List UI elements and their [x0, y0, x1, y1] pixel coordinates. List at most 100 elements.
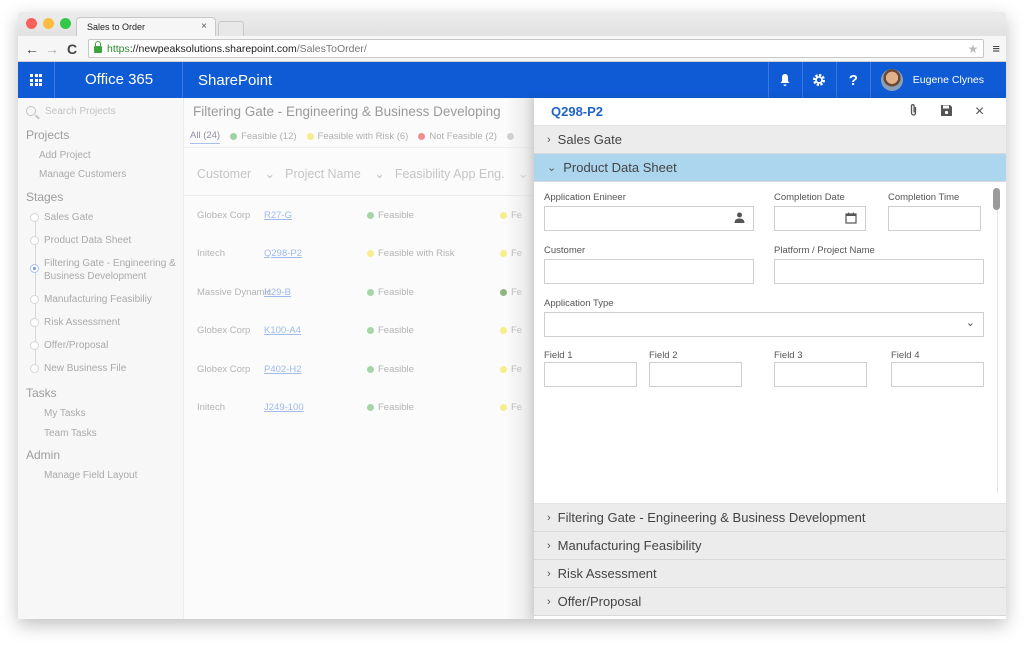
- avatar: [880, 69, 903, 91]
- table-row[interactable]: InitechQ298-P2Feasible with RiskFe: [184, 235, 536, 274]
- stage-filtering-gate[interactable]: Filtering Gate - Engineering & Business …: [26, 254, 183, 290]
- section-manufacturing-feasibility[interactable]: › Manufacturing Feasibility: [534, 532, 1006, 560]
- filter-feasible[interactable]: Feasible (12): [230, 131, 297, 142]
- field2-input[interactable]: [649, 362, 742, 387]
- chevron-down-icon: ⌄: [547, 162, 557, 174]
- search-projects-input[interactable]: Search Projects: [18, 98, 183, 124]
- bookmark-star-icon[interactable]: ★: [968, 42, 979, 56]
- stage-dot-icon: [30, 318, 39, 327]
- status-dot-icon: [418, 133, 426, 140]
- bell-icon[interactable]: [767, 62, 802, 98]
- url-path: /SalesToOrder/: [296, 42, 367, 55]
- browser-menu-icon[interactable]: ≡: [992, 41, 1000, 56]
- lock-icon: [94, 41, 102, 53]
- chevron-right-icon: ›: [547, 595, 551, 608]
- browser-tab[interactable]: Sales to Order ×: [76, 17, 216, 36]
- maximize-window-button[interactable]: [60, 18, 71, 29]
- forward-icon[interactable]: →: [44, 41, 60, 57]
- table-row[interactable]: InitechJ249-100FeasibleFe: [184, 389, 536, 428]
- calendar-icon[interactable]: [845, 212, 857, 227]
- back-icon[interactable]: ←: [24, 41, 40, 57]
- filter-feasible-with-risk[interactable]: Feasible with Risk (6): [306, 131, 408, 142]
- section-risk-assessment[interactable]: › Risk Assessment: [534, 560, 1006, 588]
- sharepoint-link[interactable]: SharePoint: [183, 72, 272, 89]
- browser-toolbar: ← → C https://newpeaksolutions.sharepoin…: [18, 36, 1006, 62]
- table-row[interactable]: Globex CorpR27-GFeasibleFe: [184, 196, 536, 235]
- sidebar-item-add-project[interactable]: Add Project: [18, 146, 183, 165]
- stage-new-business-file[interactable]: New Business File: [26, 359, 183, 382]
- form-scrollbar[interactable]: [992, 188, 1000, 493]
- feasibility-cell: Feasible: [367, 325, 500, 336]
- project-list: Filtering Gate - Engineering & Business …: [184, 98, 536, 619]
- application-type-select[interactable]: ⌄: [544, 312, 984, 337]
- scrollbar-thumb[interactable]: [993, 188, 1000, 210]
- customer-cell: Globex Corp: [197, 363, 251, 375]
- projects-heading: Projects: [26, 128, 70, 142]
- project-link[interactable]: P402-H2: [264, 364, 367, 375]
- completion-date-input[interactable]: [774, 206, 866, 231]
- field3-label: Field 3: [774, 350, 803, 361]
- minimize-window-button[interactable]: [43, 18, 54, 29]
- new-tab-button[interactable]: [218, 21, 244, 36]
- filter-all[interactable]: All (24): [190, 130, 221, 144]
- paperclip-icon[interactable]: [897, 103, 930, 120]
- filter-tabs: All (24) Feasible (12) Feasible with Ris…: [184, 126, 536, 148]
- section-product-data-sheet[interactable]: ⌄ Product Data Sheet: [534, 154, 1006, 182]
- table-row[interactable]: Massive DynamicH29-BFeasibleFe: [184, 273, 536, 312]
- customer-cell: Massive Dynamic: [197, 286, 272, 298]
- admin-heading: Admin: [26, 448, 61, 462]
- project-link[interactable]: R27-G: [264, 210, 367, 221]
- project-link[interactable]: H29-B: [264, 287, 367, 298]
- table-row[interactable]: Globex CorpP402-H2FeasibleFe: [184, 350, 536, 389]
- field3-input[interactable]: [774, 362, 867, 387]
- status-dot-icon: [306, 133, 314, 140]
- save-icon[interactable]: [930, 104, 963, 120]
- column-project-name[interactable]: Project Name ⌄: [285, 166, 385, 195]
- field1-input[interactable]: [544, 362, 637, 387]
- filter-not-feasible[interactable]: Not Feasible (2): [418, 131, 497, 142]
- product-data-sheet-form: Application Enineer Completion Date Comp…: [534, 182, 1006, 504]
- stage-offer-proposal[interactable]: Offer/Proposal: [26, 336, 183, 359]
- section-offer-proposal[interactable]: › Offer/Proposal: [534, 588, 1006, 616]
- field4-input[interactable]: [891, 362, 984, 387]
- column-customer[interactable]: Customer ⌄: [197, 166, 275, 195]
- sidebar-item-manage-field-layout[interactable]: Manage Field Layout: [18, 466, 183, 486]
- customer-cell: Globex Corp: [197, 325, 251, 337]
- section-sales-gate[interactable]: › Sales Gate: [534, 126, 1006, 154]
- status-dot-icon: [367, 404, 374, 412]
- reload-icon[interactable]: C: [64, 41, 80, 57]
- help-icon[interactable]: ?: [835, 62, 870, 98]
- feasibility-cell: Feasible with Risk: [367, 248, 500, 259]
- stage-risk-assessment[interactable]: Risk Assessment: [26, 313, 183, 336]
- stage-sales-gate[interactable]: Sales Gate: [26, 208, 183, 231]
- app-launcher-icon[interactable]: [18, 62, 55, 98]
- table-row[interactable]: Globex CorpK100-A4FeasibleFe: [184, 312, 536, 351]
- sidebar-item-team-tasks[interactable]: Team Tasks: [18, 424, 183, 444]
- sidebar-item-manage-customers[interactable]: Manage Customers: [18, 165, 183, 184]
- close-window-button[interactable]: [26, 18, 37, 29]
- office365-link[interactable]: Office 365: [55, 62, 183, 98]
- project-link[interactable]: K100-A4: [264, 325, 367, 336]
- sidebar-item-my-tasks[interactable]: My Tasks: [18, 404, 183, 424]
- stage-dot-icon: [30, 295, 39, 304]
- stage-product-data-sheet[interactable]: Product Data Sheet: [26, 231, 183, 254]
- project-link[interactable]: J249-100: [264, 402, 367, 413]
- user-name: Eugene Clynes: [912, 74, 984, 86]
- completion-time-input[interactable]: [888, 206, 981, 231]
- app-engineer-input[interactable]: [544, 206, 754, 231]
- section-filtering-gate[interactable]: › Filtering Gate - Engineering & Business…: [534, 504, 1006, 532]
- platform-input[interactable]: [774, 259, 984, 284]
- stage-dot-icon: [30, 341, 39, 350]
- address-bar[interactable]: https://newpeaksolutions.sharepoint.com /…: [88, 39, 985, 58]
- completion-time-label: Completion Time: [888, 192, 960, 203]
- tab-bar: Sales to Order ×: [18, 12, 1006, 36]
- customer-input[interactable]: [544, 259, 754, 284]
- close-icon[interactable]: ×: [963, 103, 996, 121]
- project-link[interactable]: Q298-P2: [264, 248, 367, 259]
- user-menu[interactable]: Eugene Clynes: [869, 62, 1006, 98]
- suite-bar: Office 365 SharePoint ? Eugene Clynes: [18, 62, 1006, 98]
- gear-icon[interactable]: [801, 62, 836, 98]
- close-tab-icon[interactable]: ×: [201, 21, 207, 32]
- stage-manufacturing-feasibility[interactable]: Manufacturing Feasibiliy: [26, 290, 183, 313]
- person-icon[interactable]: [734, 212, 745, 226]
